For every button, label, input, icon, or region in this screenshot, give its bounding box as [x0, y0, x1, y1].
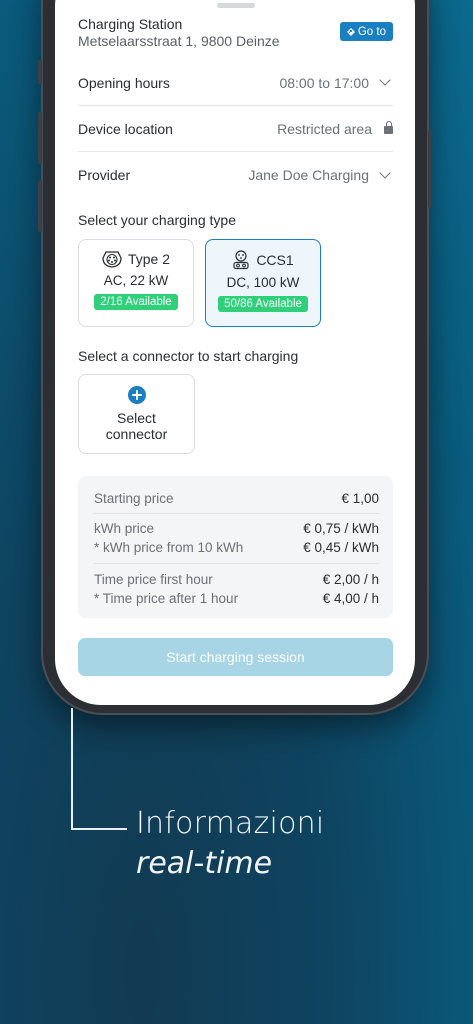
phone-side-button [38, 112, 42, 164]
charging-type-card-type2[interactable]: Type 2 AC, 22 kW 2/16 Available [78, 239, 194, 327]
price-row-kwh-from: * kWh price from 10 kWh € 0,45 / kWh [94, 540, 379, 555]
chevron-down-icon [379, 74, 391, 86]
kwh-from-label: * kWh price from 10 kWh [94, 540, 244, 555]
start-charging-button[interactable]: Start charging session [78, 638, 393, 676]
starting-price-label: Starting price [94, 491, 174, 506]
provider-value: Jane Doe Charging [248, 167, 369, 183]
navigate-icon [346, 27, 355, 36]
opening-hours-value: 08:00 to 17:00 [279, 74, 369, 91]
price-row-kwh: kWh price € 0,75 / kWh [94, 521, 379, 536]
row-opening-hours[interactable]: Opening hours 08:00 to 17:00 [78, 60, 393, 106]
opening-hours-label: Opening hours [78, 74, 170, 91]
row-device-location: Device location Restricted area [78, 106, 393, 152]
ccs1-spec: DC, 100 kW [226, 275, 300, 290]
charging-type-title: Select your charging type [78, 212, 236, 228]
home-indicator [217, 3, 255, 8]
goto-label: Go to [357, 25, 386, 38]
type2-plug-icon [102, 251, 122, 268]
price-row-time-first: Time price first hour € 2,00 / h [94, 572, 379, 587]
provider-label: Provider [78, 167, 131, 183]
type2-name: Type 2 [127, 251, 171, 267]
goto-button[interactable]: Go to [339, 22, 393, 41]
caption-subtitle: real-time [136, 846, 273, 881]
row-provider[interactable]: Provider Jane Doe Charging [78, 152, 393, 198]
device-location-value: Restricted area [277, 120, 372, 137]
price-divider [94, 513, 379, 514]
time-after-label: * Time price after 1 hour [94, 591, 239, 606]
chevron-down-icon [379, 166, 391, 179]
time-first-label: Time price first hour [94, 572, 213, 587]
ccs1-plug-icon [233, 250, 249, 270]
charging-type-card-ccs1[interactable]: CCS1 DC, 100 kW 50/86 Available [205, 239, 321, 327]
caption-title: Informazioni [136, 806, 325, 841]
time-first-value: € 2,00 / h [322, 572, 379, 587]
kwh-from-value: € 0,45 / kWh [303, 540, 379, 555]
device-location-label: Device location [78, 120, 173, 137]
connector-title: Select a connector to start charging [78, 348, 299, 364]
phone-side-button [428, 130, 432, 208]
kwh-price-value: € 0,75 / kWh [303, 521, 379, 536]
select-connector-line2: connector [105, 426, 168, 442]
starting-price-value: € 1,00 [341, 491, 379, 506]
price-divider [94, 563, 379, 564]
callout-line [71, 708, 73, 830]
pricing-panel: Starting price € 1,00 kWh price € 0,75 /… [78, 476, 393, 618]
plus-icon [127, 386, 146, 404]
time-after-value: € 4,00 / h [322, 591, 379, 606]
lock-icon [384, 121, 393, 134]
phone-side-button [38, 180, 42, 232]
ccs1-name: CCS1 [256, 252, 294, 268]
ccs1-availability-badge: 50/86 Available [218, 296, 308, 312]
callout-line [71, 828, 127, 830]
station-address: Metselaarsstraat 1, 9800 Deinze [78, 33, 280, 49]
select-connector-line1: Select [117, 410, 156, 426]
price-row-starting: Starting price € 1,00 [94, 491, 379, 506]
select-connector-button[interactable]: Select connector [78, 374, 195, 454]
station-title: Charging Station [78, 16, 183, 32]
type2-spec: AC, 22 kW [103, 273, 169, 288]
type2-availability-badge: 2/16 Available [94, 294, 178, 310]
kwh-price-label: kWh price [94, 521, 155, 536]
phone-side-button [38, 60, 42, 84]
price-row-time-after: * Time price after 1 hour € 4,00 / h [94, 591, 379, 606]
